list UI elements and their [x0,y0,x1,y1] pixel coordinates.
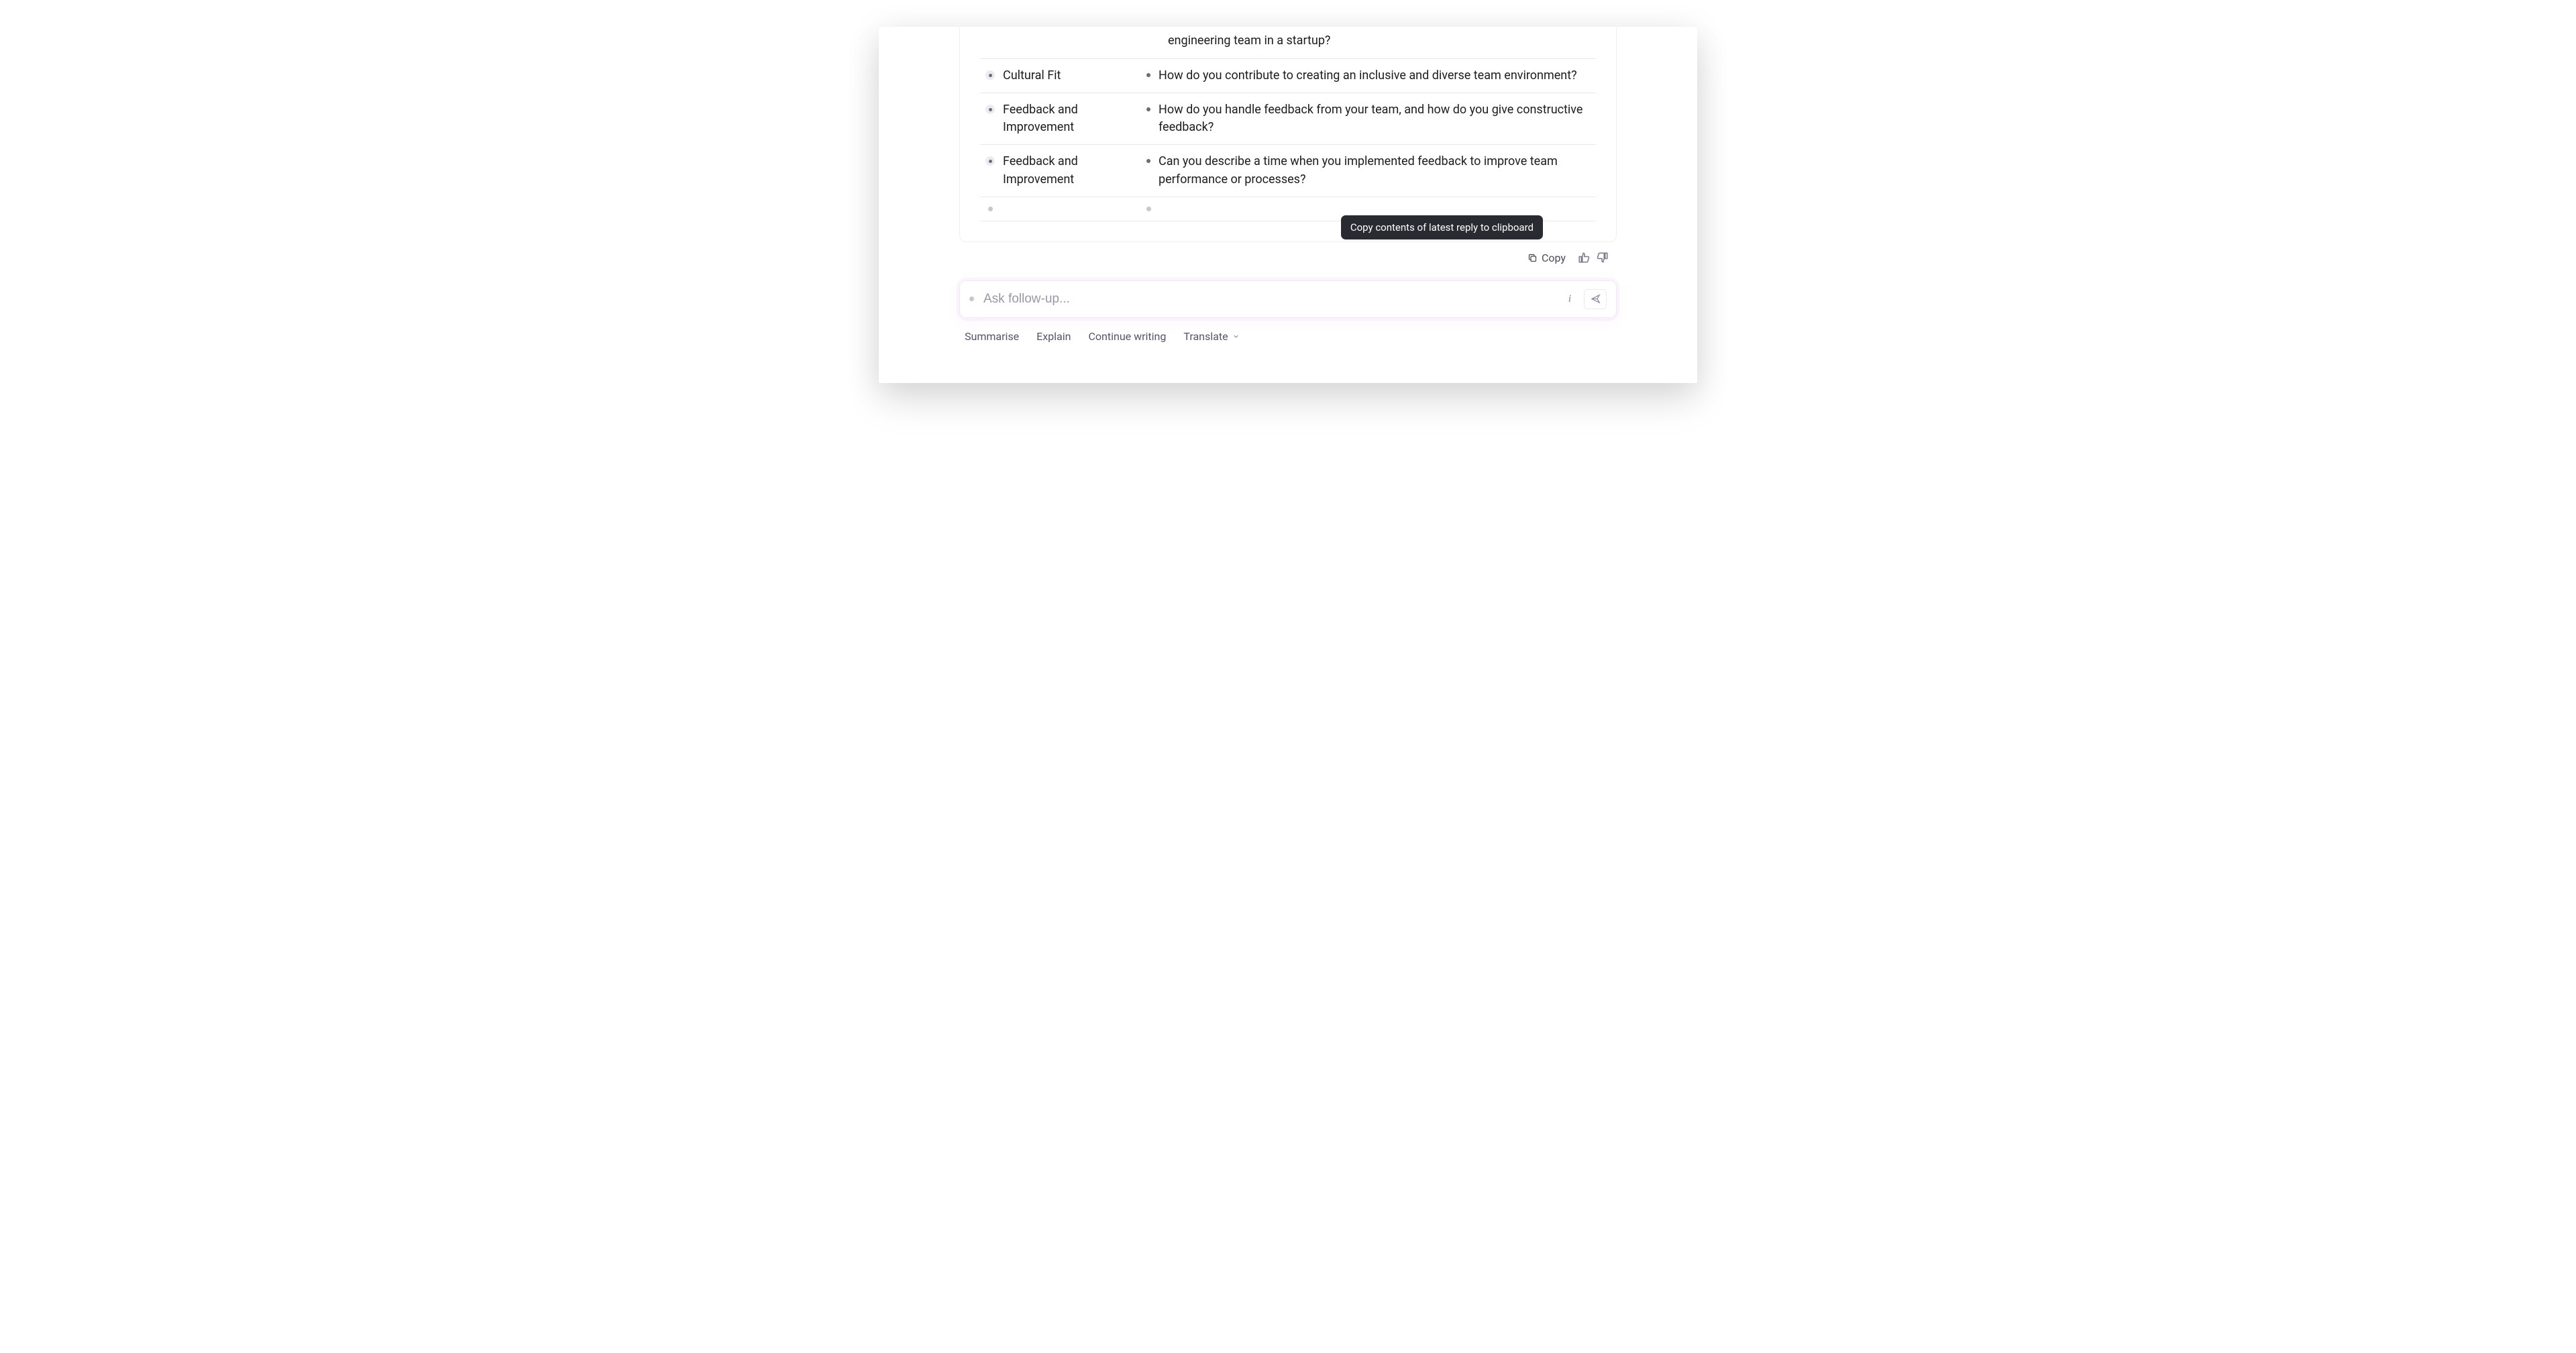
question-cell: How do you contribute to creating an inc… [1141,59,1596,93]
suggestion-continue[interactable]: Continue writing [1088,330,1166,343]
table-row: Cultural Fit How do you contribute to cre… [980,59,1596,93]
suggestion-translate-label: Translate [1183,330,1228,343]
followup-input-row: i [959,280,1617,318]
questions-table: Cultural Fit How do you contribute to cre… [980,58,1596,221]
bullet-icon [1146,207,1151,211]
category-cell [980,197,1141,221]
category-text: Feedback and Improvement [1003,153,1136,188]
send-button[interactable] [1584,289,1607,309]
bullet-icon [985,156,995,166]
bullet-icon [985,70,995,80]
suggestion-explain[interactable]: Explain [1036,330,1071,343]
thumbs-down-button[interactable] [1597,252,1609,264]
question-cell: How do you handle feedback from your tea… [1141,93,1596,145]
chevron-down-icon [1232,333,1240,340]
app-window: engineering team in a startup? Cultural … [879,27,1697,383]
followup-input[interactable] [983,292,1549,307]
copy-label: Copy [1542,252,1566,264]
question-text: Can you describe a time when you impleme… [1159,153,1591,188]
bullet-icon [1146,73,1150,77]
category-cell: Feedback and Improvement [980,145,1141,197]
content-area: engineering team in a startup? Cultural … [879,27,1697,343]
input-bullet-icon [969,296,974,301]
feedback-group [1578,252,1609,264]
bullet-icon [1146,107,1150,111]
bullet-icon [985,105,995,114]
truncated-preceding-text: engineering team in a startup? [980,27,1596,58]
thumbs-up-button[interactable] [1578,252,1590,264]
category-text: Cultural Fit [1003,67,1136,85]
question-text: How do you handle feedback from your tea… [1159,101,1591,136]
suggestion-translate[interactable]: Translate [1183,330,1239,343]
suggestion-summarise[interactable]: Summarise [965,330,1019,343]
copy-button[interactable]: Copy [1527,252,1566,264]
reply-card: engineering team in a startup? Cultural … [959,27,1617,242]
bullet-icon [1146,159,1150,163]
reply-actions: Copy contents of latest reply to clipboa… [959,242,1617,264]
input-action-icons: i [1558,289,1607,309]
table-row: Feedback and Improvement How do you handl… [980,93,1596,145]
bullet-icon [988,207,993,211]
category-cell: Cultural Fit [980,59,1141,93]
question-text: How do you contribute to creating an inc… [1159,67,1591,85]
category-text: Feedback and Improvement [1003,101,1136,136]
question-cell: Can you describe a time when you impleme… [1141,145,1596,197]
category-cell: Feedback and Improvement [980,93,1141,145]
table-row: Feedback and Improvement Can you describe… [980,145,1596,197]
copy-icon [1527,253,1538,263]
suggestion-row: Summarise Explain Continue writing Trans… [959,318,1617,343]
copy-tooltip: Copy contents of latest reply to clipboa… [1341,215,1543,239]
italic-info-button[interactable]: i [1558,289,1581,309]
